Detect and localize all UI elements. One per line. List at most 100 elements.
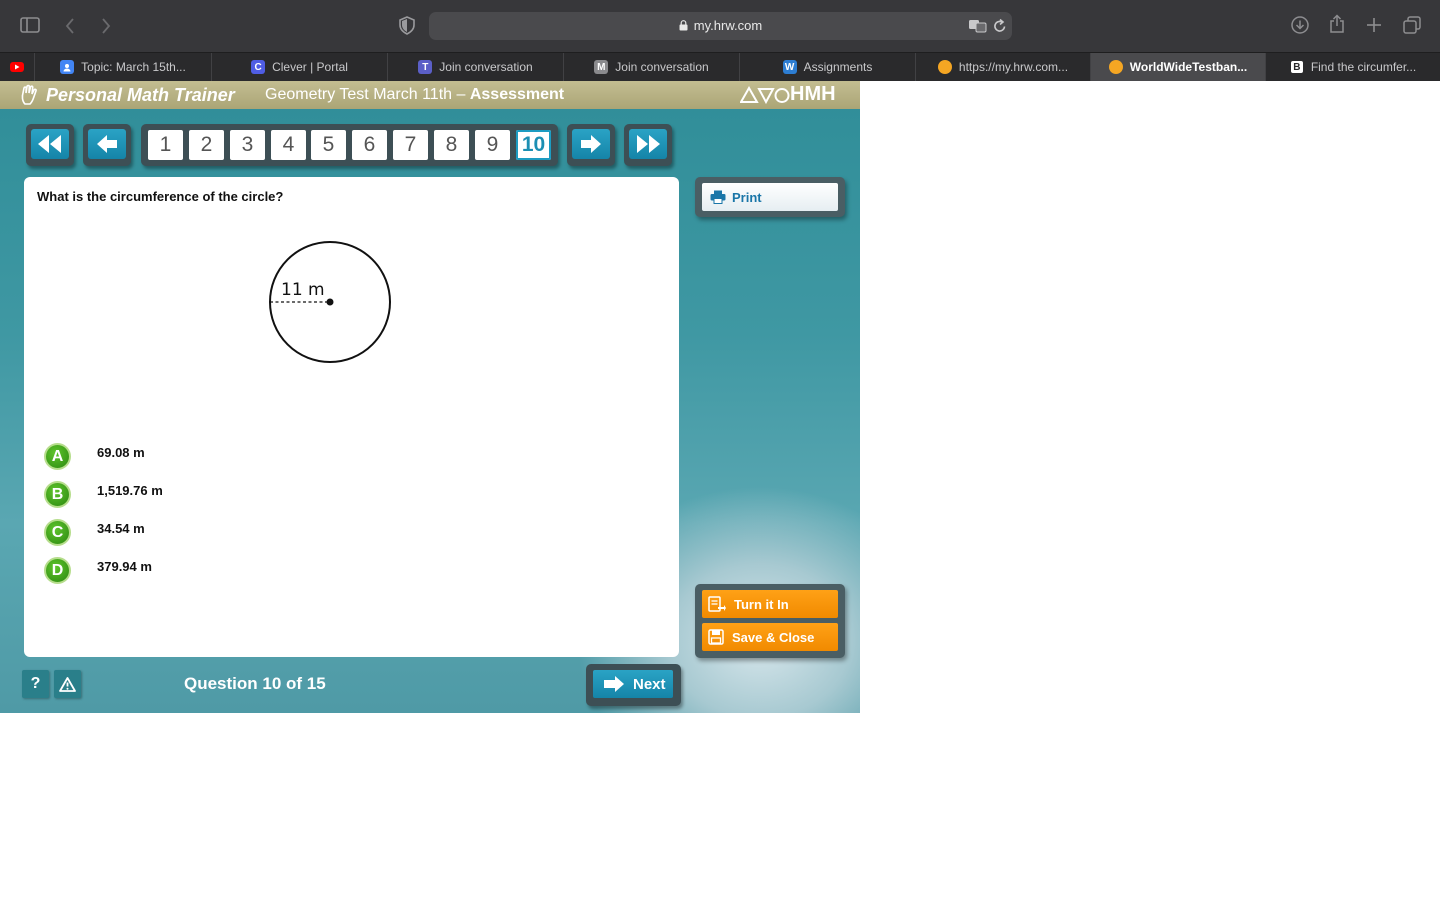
circle-figure: 11 m [268, 240, 392, 369]
question-9-button[interactable]: 9 [475, 130, 510, 160]
prev-question-box [83, 124, 131, 166]
hmh-shapes-icon [740, 85, 790, 104]
last-question-button[interactable] [629, 129, 667, 159]
tab-worldwidetestbank[interactable]: WorldWideTestban... [1091, 53, 1266, 81]
question-2-button[interactable]: 2 [189, 130, 224, 160]
back-icon[interactable] [64, 17, 76, 35]
test-title: Geometry Test March 11th – Assessment [265, 86, 564, 104]
translate-icon[interactable] [968, 18, 988, 34]
tab-label: Topic: March 15th... [81, 60, 186, 74]
question-6-button[interactable]: 6 [352, 130, 387, 160]
tab-hrw[interactable]: https://my.hrw.com... [916, 53, 1091, 81]
left-arrow-icon [97, 135, 117, 153]
printer-icon [710, 190, 726, 204]
choice-b[interactable]: B 1,519.76 m [44, 481, 163, 508]
right-arrow-icon [581, 135, 601, 153]
choice-a-text: 69.08 m [97, 445, 145, 460]
last-question-box [624, 124, 672, 166]
tab-join-conversation[interactable]: M Join conversation [564, 53, 740, 81]
teams-icon: T [418, 60, 433, 74]
tab-label: Join conversation [439, 60, 533, 74]
question-1-button[interactable]: 1 [148, 130, 183, 160]
question-count: Question 10 of 15 [184, 674, 326, 693]
question-prompt: What is the circumference of the circle? [37, 189, 284, 204]
question-5-button[interactable]: 5 [311, 130, 346, 160]
tab-label: WorldWideTestban... [1129, 60, 1248, 74]
question-number-strip: 1 2 3 4 5 6 7 8 9 10 [141, 124, 558, 166]
first-question-button[interactable] [31, 129, 69, 159]
tab-label: https://my.hrw.com... [958, 60, 1069, 74]
browser-toolbar: my.hrw.com [0, 0, 1440, 52]
tab-teams-conversation[interactable]: T Join conversation [388, 53, 564, 81]
choice-b-text: 1,519.76 m [97, 483, 163, 498]
choice-d[interactable]: D 379.94 m [44, 557, 152, 584]
help-icon: ? [30, 675, 41, 692]
privacy-shield-icon[interactable] [399, 16, 415, 35]
tab-find-circumference[interactable]: B Find the circumfer... [1266, 53, 1440, 81]
m-icon: M [594, 60, 609, 74]
turn-in-icon [708, 596, 726, 612]
publisher-name: HMH [790, 83, 836, 105]
new-tab-icon[interactable] [1366, 17, 1382, 33]
choice-c[interactable]: C 34.54 m [44, 519, 145, 546]
previous-question-button[interactable] [88, 129, 126, 159]
choice-d-text: 379.94 m [97, 559, 152, 574]
tab-label: Clever | Portal [272, 60, 348, 74]
double-right-arrow-icon [637, 135, 660, 153]
lock-icon [679, 20, 688, 31]
w-icon: W [782, 60, 797, 74]
double-left-arrow-icon [38, 135, 61, 153]
question-10-button[interactable]: 10 [516, 130, 551, 160]
choice-d-badge[interactable]: D [44, 557, 71, 584]
question-card: What is the circumference of the circle?… [24, 177, 679, 657]
choice-a-badge[interactable]: A [44, 443, 71, 470]
tab-assignments[interactable]: W Assignments [740, 53, 916, 81]
next-box: Next [586, 664, 681, 706]
right-arrow-icon [604, 676, 624, 692]
share-icon[interactable] [1329, 14, 1345, 34]
url-text: my.hrw.com [693, 18, 763, 33]
youtube-icon [10, 62, 24, 72]
question-3-button[interactable]: 3 [230, 130, 265, 160]
choice-b-badge[interactable]: B [44, 481, 71, 508]
address-bar[interactable]: my.hrw.com [429, 12, 1012, 40]
downloads-icon[interactable] [1291, 16, 1309, 34]
turn-it-in-button[interactable]: Turn it In [702, 590, 838, 618]
b-icon: B [1289, 60, 1304, 74]
tab-label: Assignments [803, 60, 873, 74]
app-header: Personal Math Trainer Geometry Test Marc… [0, 81, 860, 109]
next-question-box [567, 124, 615, 166]
warning-icon [59, 676, 76, 692]
brand: Personal Math Trainer [20, 84, 235, 106]
print-panel: Print [695, 177, 845, 217]
dot-icon [1108, 60, 1123, 74]
tab-youtube[interactable] [0, 53, 35, 81]
question-4-button[interactable]: 4 [271, 130, 306, 160]
tab-clever-portal[interactable]: C Clever | Portal [212, 53, 388, 81]
print-label: Print [732, 189, 762, 205]
center-point [326, 298, 334, 306]
tab-classroom-topic[interactable]: Topic: March 15th... [35, 53, 212, 81]
tab-label: Find the circumfer... [1310, 60, 1417, 74]
clever-icon: C [251, 60, 266, 74]
save-close-button[interactable]: Save & Close [702, 623, 838, 651]
sidebar-toggle-icon[interactable] [20, 16, 40, 34]
choice-c-badge[interactable]: C [44, 519, 71, 546]
save-icon [708, 629, 724, 645]
help-button[interactable]: ? [22, 670, 49, 698]
forward-icon[interactable] [100, 17, 112, 35]
test-mode: Assessment [469, 86, 565, 103]
reload-icon[interactable] [993, 18, 1007, 34]
next-label: Next [633, 675, 666, 693]
report-problem-button[interactable] [54, 670, 81, 698]
choice-a[interactable]: A 69.08 m [44, 443, 145, 470]
next-question-arrow-button[interactable] [572, 129, 610, 159]
next-button[interactable]: Next [593, 670, 673, 698]
print-button[interactable]: Print [702, 183, 838, 211]
brand-name: Personal Math Trainer [46, 84, 235, 105]
question-8-button[interactable]: 8 [434, 130, 469, 160]
tab-overview-icon[interactable] [1403, 16, 1421, 34]
question-7-button[interactable]: 7 [393, 130, 428, 160]
app-area: Personal Math Trainer Geometry Test Marc… [0, 81, 860, 713]
dot-icon [937, 60, 952, 74]
